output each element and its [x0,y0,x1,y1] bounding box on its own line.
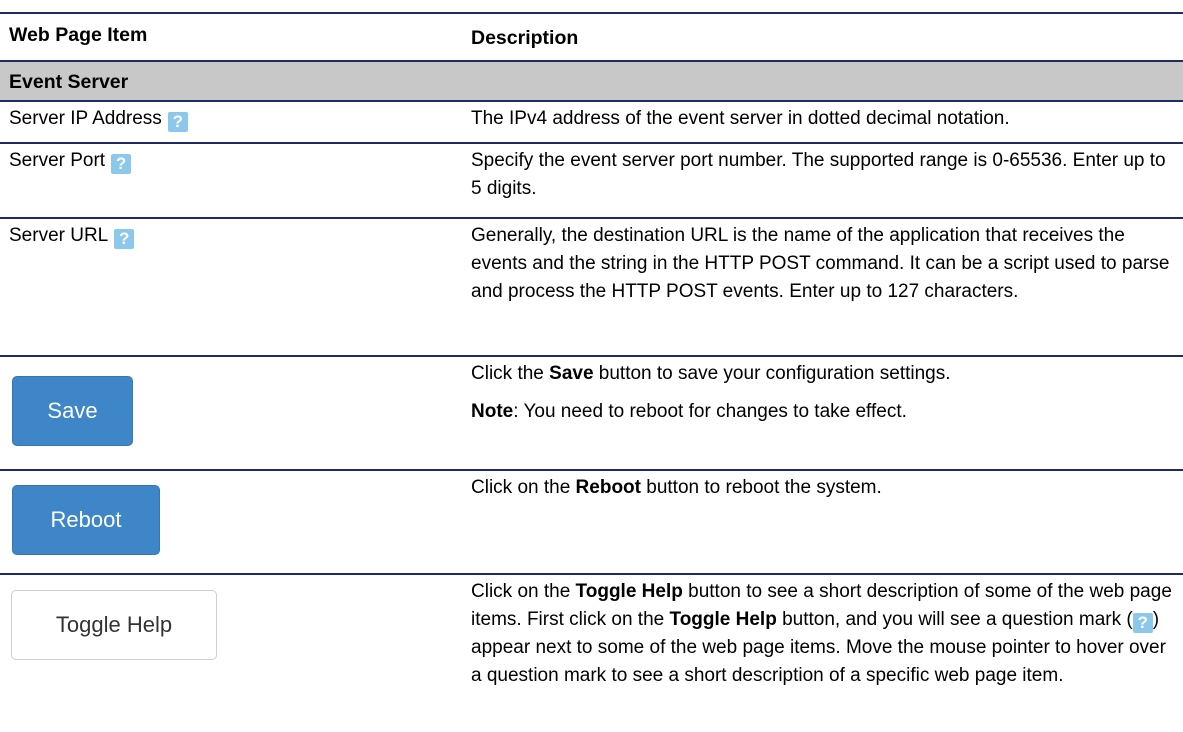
table-row-server-url: Server URL? Generally, the destination U… [0,217,1183,355]
item-description: Generally, the destination URL is the na… [471,225,1170,302]
item-label: Server IP Address? [9,108,188,132]
item-description: Specify the event server port number. Th… [471,150,1166,199]
desc-bold-text: Save [549,363,594,384]
item-label: Server URL? [9,225,135,249]
item-label-text: Server URL [9,225,109,246]
table-row-toggle-help: Toggle Help Click on the Toggle Help but… [0,573,1183,732]
desc-text: Click the [471,363,550,384]
item-label-text: Server IP Address [9,108,162,129]
save-note-line: Note: You need to reboot for changes to … [471,398,1176,426]
header-description: Description [471,27,579,49]
question-mark-icon: ? [1132,613,1153,633]
desc-text: button, and you will see a question mark… [776,609,1133,630]
table-row-server-ip-address: Server IP Address? The IPv4 address of t… [0,100,1183,142]
note-text: : You need to reboot for changes to take… [513,401,907,422]
section-row-event-server: Event Server [0,60,1183,100]
desc-bold-text: Toggle Help [669,609,777,630]
note-label: Note [471,401,514,422]
toggle-help-button[interactable]: Toggle Help [11,590,217,660]
desc-bold-text: Toggle Help [575,581,683,602]
item-description: The IPv4 address of the event server in … [471,108,1010,129]
save-description: Click the Save button to save your confi… [471,360,1176,426]
item-label: Server Port? [9,150,132,174]
header-web-page-item: Web Page Item [9,24,148,46]
save-button[interactable]: Save [12,376,133,446]
desc-bold-text: Reboot [575,477,641,498]
table-header-row: Web Page Item Description [0,12,1183,60]
help-question-icon[interactable]: ? [111,154,132,174]
desc-text: button to reboot the system. [640,477,882,498]
desc-text: Click on the [471,581,576,602]
table-row-save: Save Click the Save button to save your … [0,355,1183,469]
save-description-line: Click the Save button to save your confi… [471,360,1176,388]
reboot-button[interactable]: Reboot [12,485,160,555]
help-question-icon[interactable]: ? [167,112,188,132]
section-title: Event Server [9,71,129,93]
desc-text: button to save your configuration settin… [593,363,951,384]
reboot-description: Click on the Reboot button to reboot the… [471,474,1176,502]
toggle-help-description: Click on the Toggle Help button to see a… [471,578,1176,690]
table-row-reboot: Reboot Click on the Reboot button to reb… [0,469,1183,573]
desc-text: Click on the [471,477,576,498]
table-row-server-port: Server Port? Specify the event server po… [0,142,1183,217]
item-label-text: Server Port [9,150,106,171]
help-question-icon[interactable]: ? [114,229,135,249]
